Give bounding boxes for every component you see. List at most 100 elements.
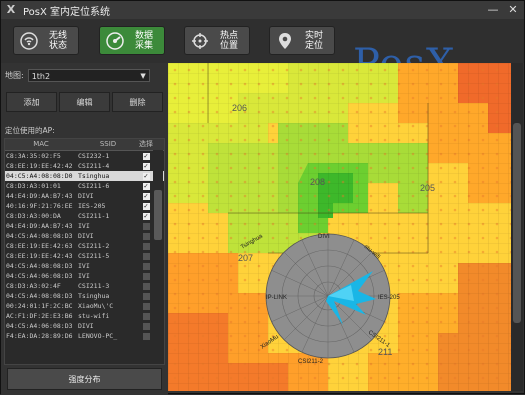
row-mac: 04:C5:A4:08:08:D3 bbox=[6, 232, 73, 240]
row-mac: 00:24:01:1F:2C:BC bbox=[6, 302, 73, 310]
data-collection-label-2: 采集 bbox=[134, 40, 153, 51]
table-scroll-thumb[interactable] bbox=[154, 190, 162, 240]
row-checkbox[interactable] bbox=[142, 332, 150, 340]
row-select-cell: ✓ bbox=[138, 201, 154, 211]
table-row[interactable]: C8:EE:19:EE:42:42 CSI211-4 ✓ bbox=[5, 161, 164, 171]
row-ssid: stu-wifi bbox=[78, 312, 110, 320]
row-checkbox[interactable] bbox=[142, 252, 150, 260]
row-ssid: IVI bbox=[78, 272, 90, 280]
realtime-location-button[interactable]: 实时 定位 bbox=[269, 26, 335, 55]
row-checkbox[interactable]: ✓ bbox=[142, 192, 150, 200]
heatmap-view[interactable]: 206 208 205 207 211 IP-LINK IES-205 Tsin… bbox=[168, 63, 511, 391]
delete-button[interactable]: 删除 bbox=[112, 92, 163, 112]
row-select-cell bbox=[138, 251, 154, 261]
row-checkbox[interactable]: ✓ bbox=[142, 172, 150, 180]
table-body: C8:3A:35:02:F5 CSI232-1 ✓ C8:EE:19:EE:42:42… bbox=[5, 151, 164, 341]
row-checkbox[interactable] bbox=[142, 322, 150, 330]
row-checkbox[interactable]: ✓ bbox=[142, 202, 150, 210]
row-ssid: CSI211-1 bbox=[78, 212, 110, 220]
row-select-cell bbox=[138, 261, 154, 271]
heatmap-canvas: 206 208 205 207 211 IP-LINK IES-205 Tsin… bbox=[168, 63, 511, 391]
table-row[interactable]: C8:D3:A3:01:01 CSI211-6 ✓ bbox=[5, 181, 164, 191]
row-checkbox[interactable] bbox=[142, 262, 150, 270]
map-scrollbar[interactable] bbox=[511, 63, 523, 391]
row-select-cell: ✓ bbox=[138, 181, 154, 191]
row-mac: AC:F1:DF:2E:E3:B6 bbox=[6, 312, 73, 320]
wireless-status-button[interactable]: 无线 状态 bbox=[13, 26, 79, 55]
row-ssid: CSI232-1 bbox=[78, 152, 110, 160]
hotspot-position-button[interactable]: 热点 位置 bbox=[184, 26, 250, 55]
row-select-cell: ✓ bbox=[138, 151, 154, 161]
radar-label-divi: DIVI bbox=[318, 234, 330, 240]
row-checkbox[interactable]: ✓ bbox=[142, 212, 150, 220]
row-checkbox[interactable]: ✓ bbox=[142, 152, 150, 160]
table-row[interactable]: 04:C5:A4:08:08:D3 IVI bbox=[5, 261, 164, 271]
crosshair-icon bbox=[190, 31, 210, 51]
row-select-cell bbox=[138, 221, 154, 231]
row-mac: 04:C5:A4:06:08:D3 bbox=[6, 272, 73, 280]
row-select-cell: ✓ bbox=[138, 171, 154, 181]
row-select-cell bbox=[138, 291, 154, 301]
map-scroll-thumb[interactable] bbox=[513, 123, 521, 323]
row-checkbox[interactable] bbox=[142, 292, 150, 300]
table-row[interactable]: 44:E4:D9:AA:B7:43 DIVI ✓ bbox=[5, 191, 164, 201]
data-collection-button[interactable]: 数据 采集 bbox=[99, 26, 165, 55]
table-row[interactable]: C8:D3:A3:00:DA CSI211-1 ✓ bbox=[5, 211, 164, 221]
row-checkbox[interactable]: ✓ bbox=[142, 162, 150, 170]
add-button[interactable]: 添加 bbox=[6, 92, 57, 112]
row-checkbox[interactable] bbox=[142, 312, 150, 320]
row-checkbox[interactable] bbox=[142, 302, 150, 310]
table-row[interactable]: 04:C5:A4:06:08:D3 DIVI bbox=[5, 321, 164, 331]
app-logo-icon: X bbox=[6, 3, 16, 16]
row-ssid: CSI211-5 bbox=[78, 252, 110, 260]
row-mac: C8:D3:A3:02:4F bbox=[6, 282, 61, 290]
column-select[interactable]: 选择 bbox=[138, 139, 154, 150]
table-scrollbar[interactable] bbox=[153, 150, 163, 364]
table-row[interactable]: F4:EA:DA:28:89:D6 LENOVO-PC_ bbox=[5, 331, 164, 341]
table-row[interactable]: C8:3A:35:02:F5 CSI232-1 ✓ bbox=[5, 151, 164, 161]
realtime-location-label-2: 定位 bbox=[304, 40, 323, 51]
minimize-button[interactable]: — bbox=[486, 3, 500, 17]
table-row[interactable]: 00:24:01:1F:2C:BC XiaoMu\'C bbox=[5, 301, 164, 311]
row-mac: 44:E4:D9:AA:B7:43 bbox=[6, 192, 73, 200]
table-row[interactable]: 04:E4:D9:AA:B7:43 IVI bbox=[5, 221, 164, 231]
row-mac: 40:16:9F:21:76:EE bbox=[6, 202, 73, 210]
map-select[interactable]: 1th2 ▼ bbox=[27, 69, 150, 82]
row-checkbox[interactable] bbox=[142, 282, 150, 290]
ap-list-label: 定位使用的AP: bbox=[5, 126, 55, 135]
row-mac: C8:D3:A3:01:01 bbox=[6, 182, 61, 190]
table-row[interactable]: 04:C5:A4:08:08:D0 Tsinghua ✓ bbox=[5, 171, 164, 181]
table-row[interactable]: 04:C5:A4:08:08:D3 Tsinghua bbox=[5, 291, 164, 301]
ap-table: MAC SSID 选择 C8:3A:35:02:F5 CSI232-1 ✓ C8:EE… bbox=[4, 138, 165, 365]
radar-label-csi2112: CSI211-2 bbox=[298, 359, 324, 365]
table-row[interactable]: 04:C5:A4:06:08:D3 IVI bbox=[5, 271, 164, 281]
window-title: PosX 室内定位系统 bbox=[23, 6, 111, 18]
strength-distribution-button[interactable]: 强度分布 bbox=[7, 368, 162, 390]
edit-button[interactable]: 编辑 bbox=[59, 92, 110, 112]
close-button[interactable]: ✕ bbox=[506, 3, 520, 17]
row-mac: 04:C5:A4:08:08:D0 bbox=[6, 172, 73, 180]
row-ssid: XiaoMu\'C bbox=[78, 302, 114, 310]
row-checkbox[interactable] bbox=[142, 242, 150, 250]
hotspot-position-label-1: 热点 bbox=[219, 30, 238, 41]
row-checkbox[interactable]: ✓ bbox=[142, 182, 150, 190]
table-row[interactable]: C8:D3:A3:02:4F CSI211-3 bbox=[5, 281, 164, 291]
table-row[interactable]: C8:EE:19:EE:42:63 CSI211-2 bbox=[5, 241, 164, 251]
row-ssid: DIVI bbox=[78, 232, 94, 240]
room-label-205: 205 bbox=[420, 183, 435, 193]
table-row[interactable]: AC:F1:DF:2E:E3:B6 stu-wifi bbox=[5, 311, 164, 321]
column-mac[interactable]: MAC bbox=[5, 139, 76, 150]
row-select-cell bbox=[138, 311, 154, 321]
chevron-down-icon: ▼ bbox=[140, 72, 146, 80]
row-mac: C8:D3:A3:00:DA bbox=[6, 212, 61, 220]
row-ssid: CSI211-6 bbox=[78, 182, 110, 190]
table-row[interactable]: 40:16:9F:21:76:EE IES-205 ✓ bbox=[5, 201, 164, 211]
row-checkbox[interactable] bbox=[142, 232, 150, 240]
radar-label-ies205: IES-205 bbox=[378, 295, 400, 301]
row-ssid: IVI bbox=[78, 262, 90, 270]
row-checkbox[interactable] bbox=[142, 272, 150, 280]
column-ssid[interactable]: SSID bbox=[76, 139, 138, 150]
table-row[interactable]: 04:C5:A4:08:08:D3 DIVI bbox=[5, 231, 164, 241]
row-checkbox[interactable] bbox=[142, 222, 150, 230]
table-row[interactable]: C8:EE:19:EE:42:43 CSI211-5 bbox=[5, 251, 164, 261]
